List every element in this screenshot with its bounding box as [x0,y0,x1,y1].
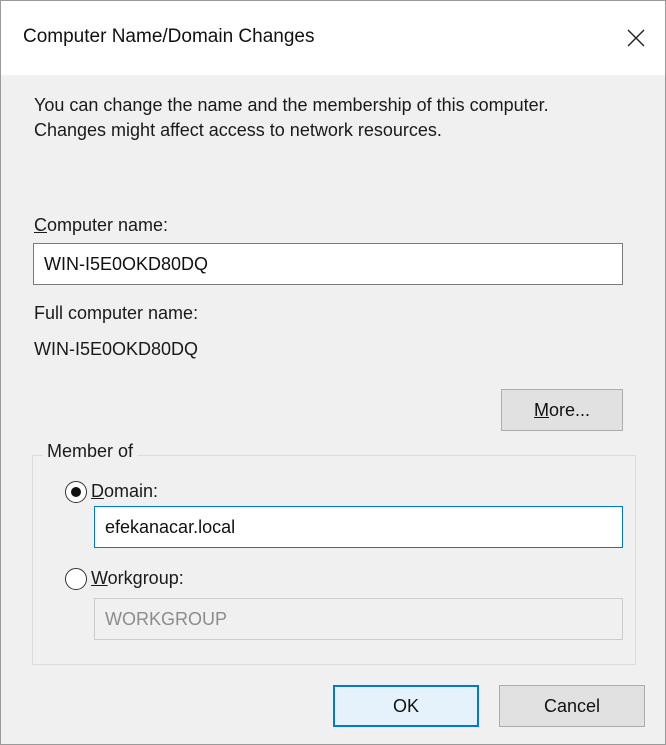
more-button[interactable]: More... [501,389,623,431]
computer-name-label-mnemonic: C [34,215,47,235]
cancel-button[interactable]: Cancel [499,685,645,727]
dialog-window: Computer Name/Domain Changes You can cha… [0,0,666,745]
computer-name-label-rest: omputer name: [47,215,169,235]
ok-button[interactable]: OK [333,685,479,727]
domain-value: efekanacar.local [105,516,236,537]
close-icon [627,29,645,47]
workgroup-radio[interactable] [65,568,87,590]
workgroup-label-mnemonic: W [91,568,108,588]
workgroup-label-rest: orkgroup: [107,568,184,588]
more-button-mnemonic: M [533,399,549,420]
description-line-2: Changes might affect access to network r… [34,120,442,140]
description-line-1: You can change the name and the membersh… [34,95,549,115]
title-bar[interactable]: Computer Name/Domain Changes [1,1,665,75]
full-computer-name-label: Full computer name: [34,303,199,323]
member-of-legend: Member of [43,441,138,462]
workgroup-input[interactable]: WORKGROUP [94,598,623,640]
workgroup-value: WORKGROUP [105,608,228,629]
domain-label-mnemonic: D [91,481,104,501]
full-computer-name-value: WIN-I5E0OKD80DQ [34,339,199,359]
computer-name-label: Computer name: [34,215,168,236]
computer-name-input[interactable]: WIN-I5E0OKD80DQ [33,243,623,285]
workgroup-radio-label[interactable]: Workgroup: [91,568,184,589]
description-text: You can change the name and the membersh… [34,93,644,143]
domain-label-rest: omain: [104,481,159,501]
domain-radio-label[interactable]: Domain: [91,481,158,502]
window-title: Computer Name/Domain Changes [23,26,315,47]
close-button[interactable] [607,9,665,67]
radio-selected-dot [71,487,81,497]
domain-input[interactable]: efekanacar.local [94,506,623,548]
domain-radio[interactable] [65,481,87,503]
more-button-rest: ore... [548,399,591,420]
computer-name-value: WIN-I5E0OKD80DQ [44,253,209,274]
